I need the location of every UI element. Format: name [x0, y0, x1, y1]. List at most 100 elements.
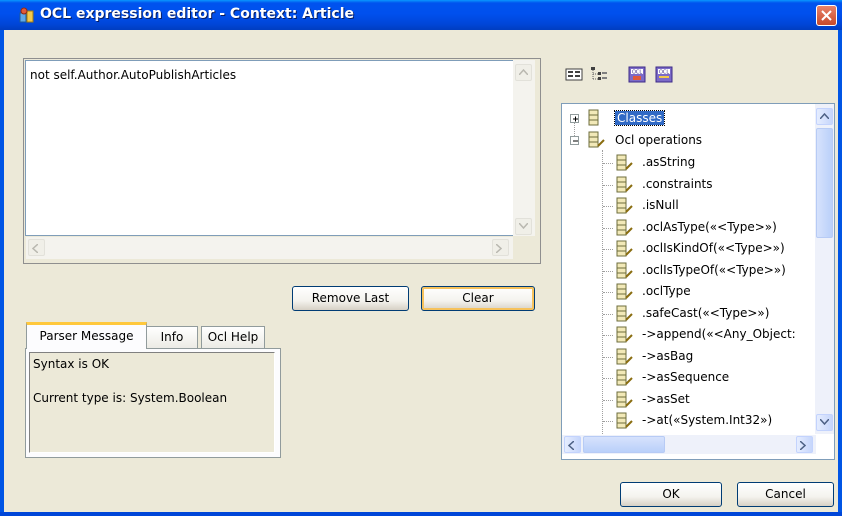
operation-icon: [588, 131, 605, 148]
tree-node-operation[interactable]: .oclAsType(«<Type>»): [562, 217, 822, 239]
tab-ocl-help[interactable]: Ocl Help: [201, 326, 265, 348]
expression-vertical-scrollbar[interactable]: [513, 60, 535, 236]
tree-node-operation[interactable]: .constraints: [562, 174, 822, 196]
scroll-left-button[interactable]: [28, 239, 45, 256]
tree-horizontal-scrollbar[interactable]: [562, 435, 816, 454]
tree-scroll-down-button[interactable]: [816, 414, 833, 431]
operation-icon: [616, 412, 633, 429]
title-bar[interactable]: OCL expression editor - Context: Article: [0, 0, 842, 30]
expand-icon[interactable]: [570, 114, 579, 123]
close-button[interactable]: [816, 5, 837, 26]
tree-label-operation: .isNull: [642, 198, 679, 212]
tree-scroll-left-button[interactable]: [564, 436, 581, 453]
tree-connector-branch: [603, 163, 613, 164]
operation-icon: [616, 176, 633, 192]
tab-parser-message[interactable]: Parser Message: [26, 322, 147, 349]
tree-node-operation[interactable]: ->append(«<Any_Object:: [562, 324, 822, 346]
tree-scroll-right-button[interactable]: [796, 436, 813, 453]
tree-label-operation: .oclIsTypeOf(«<Type>»): [642, 262, 786, 277]
tree-node-operation[interactable]: .oclIsKindOf(«<Type>»): [562, 238, 822, 260]
tree-node-operation[interactable]: ->at(«System.Int32»): [562, 410, 822, 432]
tree-node-operation[interactable]: .safeCast(«<Type>»): [562, 303, 822, 325]
ok-button[interactable]: OK: [620, 482, 722, 507]
tree-label-operation: ->asSequence: [642, 370, 730, 384]
tree-connector-branch: [603, 206, 613, 207]
tree-node-ocl-operations[interactable]: Ocl operations: [562, 130, 812, 152]
tree-connector-branch: [603, 270, 613, 272]
operation-icon: [616, 391, 633, 407]
tree-connector-branch: [603, 378, 613, 379]
plus-icon: [573, 116, 578, 122]
arrow-down-icon: [820, 419, 829, 425]
tab-info[interactable]: Info: [146, 326, 198, 348]
operation-icon: [616, 240, 633, 257]
tree-node-operation[interactable]: ->asSequence: [562, 367, 822, 389]
parser-type-text: Current type is: System.Boolean: [33, 391, 228, 405]
tree-label-operation: ->at(«System.Int32»): [642, 413, 773, 427]
operation-icon: [616, 154, 633, 171]
tree-label-operation: .oclType: [642, 284, 691, 298]
tree-vertical-scrollbar[interactable]: [815, 104, 834, 434]
close-icon: [821, 10, 832, 21]
tree-connector-branch: [603, 227, 613, 229]
scroll-down-button[interactable]: [515, 218, 532, 235]
collapse-icon[interactable]: [570, 136, 579, 145]
tree-connector-branch: [603, 184, 613, 186]
tree-connector-branch: [603, 249, 613, 250]
tree-node-operation[interactable]: .asString: [562, 152, 822, 174]
tree-node-operation[interactable]: ->asSet: [562, 389, 822, 411]
parser-message-box: Syntax is OK Current type is: System.Boo…: [29, 352, 275, 453]
tree-label-operation: ->append(«<Any_Object:: [642, 327, 796, 341]
expression-input[interactable]: not self.Author.AutoPublishArticles: [25, 60, 515, 236]
expression-text: not self.Author.AutoPublishArticles: [30, 68, 237, 82]
remove-last-button[interactable]: Remove Last: [292, 286, 409, 311]
expression-horizontal-scrollbar[interactable]: [26, 237, 513, 259]
tree-connector-branch: [603, 335, 613, 336]
tree-view-icon[interactable]: [590, 66, 608, 83]
arrow-left-icon: [32, 244, 38, 253]
tree-scroll-up-button[interactable]: [816, 108, 833, 125]
tree-label-operation: .oclAsType(«<Type>»): [642, 219, 777, 234]
svg-text:OCL: OCL: [632, 70, 642, 76]
window-border-bottom: [0, 512, 842, 516]
tree-node-operation[interactable]: ->asBag: [562, 346, 822, 368]
tree-label-operation: .asString: [642, 155, 696, 169]
tree-node-classes[interactable]: Classes: [562, 108, 812, 130]
arrow-down-icon: [519, 223, 528, 229]
scroll-right-button[interactable]: [492, 239, 509, 256]
app-icon: [19, 7, 34, 23]
clear-button[interactable]: Clear: [421, 286, 535, 311]
tree-hscroll-thumb[interactable]: [583, 436, 665, 453]
tree-connector-branch: [603, 421, 613, 422]
tree-node-operation[interactable]: .isNull: [562, 195, 822, 217]
arrow-up-icon: [820, 113, 829, 119]
arrow-left-icon: [568, 441, 574, 450]
tree-node-operation[interactable]: .oclType: [562, 281, 822, 303]
tree-label-operation: .constraints: [642, 176, 713, 191]
tree-node-operation[interactable]: .oclIsTypeOf(«<Type>»): [562, 260, 822, 282]
minus-icon: [573, 140, 578, 142]
operation-icon: [616, 348, 633, 364]
operation-icon: [616, 326, 633, 343]
ocl-expression-icon[interactable]: OCL: [628, 66, 646, 83]
tree-label-ocl-operations: Ocl operations: [615, 133, 703, 147]
operation-icon: [616, 262, 633, 278]
svg-text:OCL: OCL: [659, 70, 669, 76]
tree-connector-branch: [603, 356, 613, 358]
tree-label-operation: ->asSet: [642, 391, 690, 406]
parser-status-text: Syntax is OK: [33, 357, 110, 371]
arrow-right-icon: [800, 441, 806, 450]
window-border-right: [838, 30, 842, 516]
tree-connector-branch: [603, 313, 613, 315]
show-description-icon[interactable]: [565, 66, 583, 83]
tree-label-operation: ->asBag: [642, 348, 694, 363]
operation-icon: [616, 305, 633, 321]
tree-scroll-thumb[interactable]: [816, 128, 833, 238]
operation-icon: [616, 369, 633, 386]
ocl-tree[interactable]: Classes Ocl operations .asString .constra…: [561, 103, 835, 460]
operation-icon: [616, 283, 633, 300]
arrow-right-icon: [496, 244, 502, 253]
ocl-operation-icon[interactable]: OCL: [655, 66, 673, 83]
cancel-button[interactable]: Cancel: [737, 482, 834, 507]
scroll-up-button[interactable]: [515, 64, 532, 81]
